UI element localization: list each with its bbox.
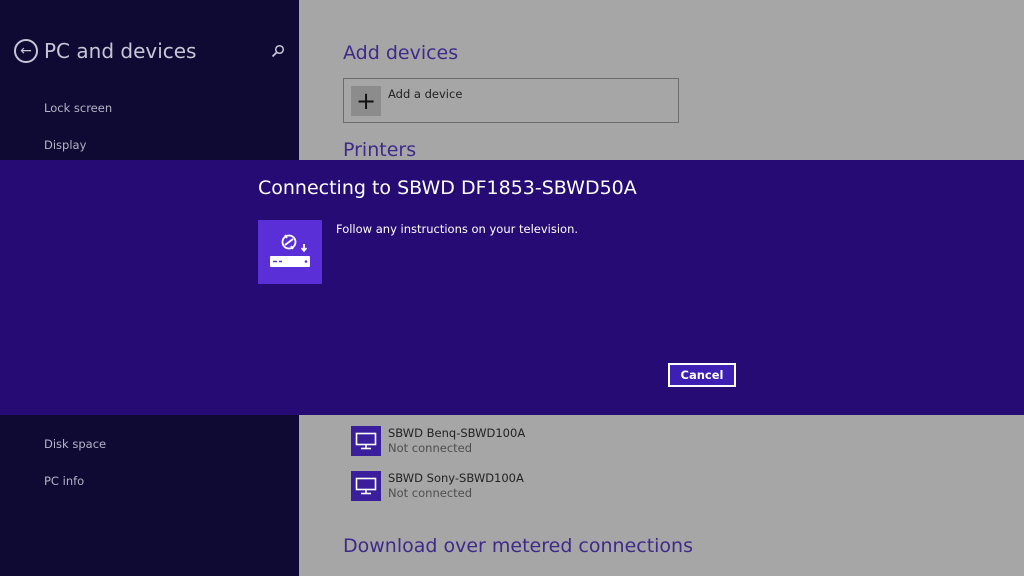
- add-devices-heading: Add devices: [343, 42, 459, 64]
- monitor-icon: [351, 426, 381, 456]
- device-item[interactable]: SBWD Sony-SBWD100A Not connected: [351, 471, 751, 503]
- metered-connections-heading: Download over metered connections: [343, 535, 693, 557]
- media-receiver-icon: [258, 220, 322, 284]
- device-name: SBWD Sony-SBWD100A: [388, 471, 524, 485]
- device-name: SBWD Benq-SBWD100A: [388, 426, 526, 440]
- dialog-message: Follow any instructions on your televisi…: [336, 222, 579, 236]
- device-item[interactable]: SBWD Benq-SBWD100A Not connected: [351, 426, 751, 458]
- cancel-button[interactable]: Cancel: [668, 363, 736, 387]
- monitor-icon: [351, 471, 381, 501]
- connecting-dialog: Connecting to SBWD DF1853-SBWD50A Follow…: [0, 160, 1024, 415]
- back-arrow-icon[interactable]: ←: [14, 39, 38, 63]
- sidebar-title: PC and devices: [44, 39, 197, 63]
- sidebar-item-lock-screen[interactable]: Lock screen: [44, 101, 112, 115]
- plus-icon: +: [351, 86, 381, 116]
- sidebar-item-disk-space[interactable]: Disk space: [44, 437, 106, 451]
- add-device-label: Add a device: [388, 87, 463, 101]
- device-status: Not connected: [388, 486, 473, 500]
- sidebar-header: ← PC and devices: [14, 39, 196, 63]
- dialog-title: Connecting to SBWD DF1853-SBWD50A: [258, 177, 637, 199]
- sidebar-item-pc-info[interactable]: PC info: [44, 474, 84, 488]
- device-status: Not connected: [388, 441, 473, 455]
- add-device-button[interactable]: + Add a device: [343, 78, 679, 123]
- printers-heading: Printers: [343, 139, 417, 161]
- search-icon[interactable]: [271, 44, 285, 58]
- sidebar-item-display[interactable]: Display: [44, 138, 86, 152]
